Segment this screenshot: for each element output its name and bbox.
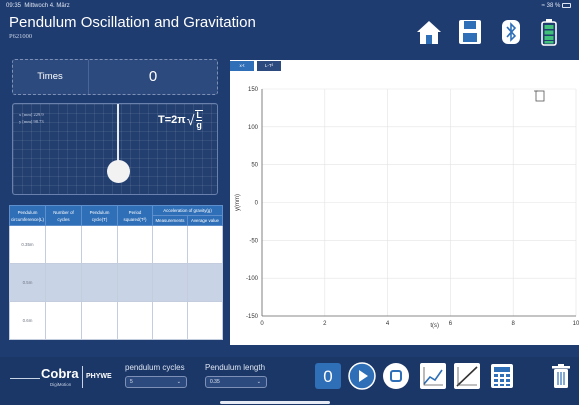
counter-button[interactable]: 0	[313, 361, 343, 391]
table-row[interactable]: 0.35m	[9, 225, 223, 264]
cell-cycle	[81, 263, 118, 302]
y-tick-label: 0	[255, 201, 259, 207]
zoom-box-icon[interactable]	[535, 90, 545, 102]
battery-level: 38 %	[546, 3, 561, 9]
x-tick-label: 4	[386, 321, 390, 327]
xt-chart[interactable]: 0 2 4 6 8 10 150 100 50 0 -50 -100 -150 t(s) y(mm)	[230, 73, 579, 335]
cell-average	[187, 263, 223, 302]
header-cycles: Number of cycles	[45, 205, 82, 226]
app-subtitle: P621000	[9, 33, 33, 40]
cell-squared	[117, 263, 153, 302]
x-readout: x [mm] 229.9	[19, 112, 44, 117]
x-tick-label: 8	[512, 321, 516, 327]
chevron-down-icon: ⌄	[256, 379, 261, 385]
y-tick-label: -150	[246, 314, 259, 320]
y-tick-label: 100	[248, 125, 259, 131]
cell-measurement	[152, 263, 188, 302]
times-panel: Times 0	[12, 59, 218, 95]
header-average: Average value	[187, 215, 223, 226]
x-tick-label: 10	[573, 321, 579, 327]
x-tick-label: 2	[323, 321, 327, 327]
status-bar: 09:35 Mittwoch 4. März ≈ 38 %	[0, 0, 579, 12]
app-window: 09:35 Mittwoch 4. März ≈ 38 % Pendulum O…	[0, 0, 579, 405]
cycles-label: pendulum cycles	[125, 363, 185, 372]
digimotion-logo: DigiMotion	[50, 382, 72, 387]
wifi-icon: ≈	[541, 3, 545, 9]
cobra-logo: Cobra	[41, 366, 79, 381]
cell-cycles	[45, 225, 82, 264]
tab-l-t2[interactable]: L-T²	[257, 61, 281, 71]
chart-ticks: 0 2 4 6 8 10 150 100 50 0 -50 -100 -150	[246, 87, 579, 327]
pendulum-bob	[107, 160, 130, 183]
header-measurement: Measurements	[152, 215, 188, 226]
results-table: Pendulum circumference(L) Number of cycl…	[9, 205, 223, 340]
cell-measurement	[152, 225, 188, 264]
cell-length: 0.6m	[9, 301, 46, 340]
curve-chart-button[interactable]	[418, 361, 448, 391]
home-icon[interactable]	[414, 18, 444, 46]
cell-length: 0.35m	[9, 225, 46, 264]
header-circumference: Pendulum circumference(L)	[9, 205, 46, 226]
cell-cycles	[45, 263, 82, 302]
cell-measurement	[152, 301, 188, 340]
y-readout: y [mm] 98.73	[19, 119, 44, 124]
tab-x-t[interactable]: x-t	[230, 61, 254, 71]
y-tick-label: 50	[251, 163, 258, 169]
cell-average	[187, 301, 223, 340]
counter-value: 0	[323, 367, 332, 386]
times-label: Times	[37, 71, 63, 82]
phywe-logo: PHYWE	[86, 373, 112, 380]
length-select[interactable]: 0.35 ⌄	[205, 376, 267, 388]
times-value: 0	[88, 60, 217, 94]
header-period-squared: Period squared(T²)	[117, 205, 153, 226]
home-indicator	[220, 401, 330, 404]
cell-cycle	[81, 225, 118, 264]
chevron-down-icon: ⌄	[176, 379, 181, 385]
cell-average	[187, 225, 223, 264]
logo-line	[10, 378, 40, 379]
trash-button[interactable]	[546, 361, 576, 391]
formula-denominator: g	[196, 120, 202, 130]
y-tick-label: -100	[246, 276, 259, 282]
formula-numerator: L	[196, 110, 202, 120]
x-axis-label: t(s)	[430, 323, 439, 329]
x-tick-label: 6	[449, 321, 453, 327]
sqrt-icon: √	[186, 112, 195, 128]
header-pendulum-cycle: Pendulum cycle(T)	[81, 205, 118, 226]
length-label: Pendulum length	[205, 363, 266, 372]
x-tick-label: 0	[260, 321, 264, 327]
pendulum-visualization: x [mm] 229.9 y [mm] 98.73 T=2π √ L g	[12, 103, 218, 195]
table-button[interactable]	[487, 361, 517, 391]
y-axis-label: y(mm)	[235, 194, 241, 211]
cell-cycle	[81, 301, 118, 340]
cell-squared	[117, 301, 153, 340]
status-date: Mittwoch 4. März	[24, 3, 70, 9]
cell-squared	[117, 225, 153, 264]
period-formula: T=2π √ L g	[158, 110, 203, 130]
y-tick-label: 150	[248, 87, 259, 93]
cycles-select[interactable]: 5 ⌄	[125, 376, 187, 388]
pendulum-rod	[117, 104, 119, 166]
length-value: 0.35	[210, 379, 220, 385]
cell-cycles	[45, 301, 82, 340]
chart-grid	[261, 88, 577, 317]
header-acceleration: Acceleration of gravity(g)	[152, 205, 223, 216]
table-row[interactable]: 0.6m	[9, 301, 223, 340]
battery-icon	[562, 2, 571, 8]
battery-status-icon[interactable]	[534, 18, 564, 46]
table-row[interactable]: 0.5m	[9, 263, 223, 302]
cell-length: 0.5m	[9, 263, 46, 302]
stop-button[interactable]	[381, 361, 411, 391]
formula-lhs: T=2π	[158, 114, 186, 126]
status-time: 09:35	[6, 3, 22, 9]
play-button[interactable]	[347, 361, 377, 391]
bluetooth-icon[interactable]	[496, 18, 526, 46]
fit-line-button[interactable]	[452, 361, 482, 391]
logo-separator	[82, 366, 83, 388]
y-tick-label: -50	[249, 238, 258, 244]
cycles-value: 5	[130, 379, 133, 385]
trash-icon	[552, 364, 570, 388]
app-title: Pendulum Oscillation and Gravitation	[9, 14, 256, 31]
save-icon[interactable]	[455, 18, 485, 46]
